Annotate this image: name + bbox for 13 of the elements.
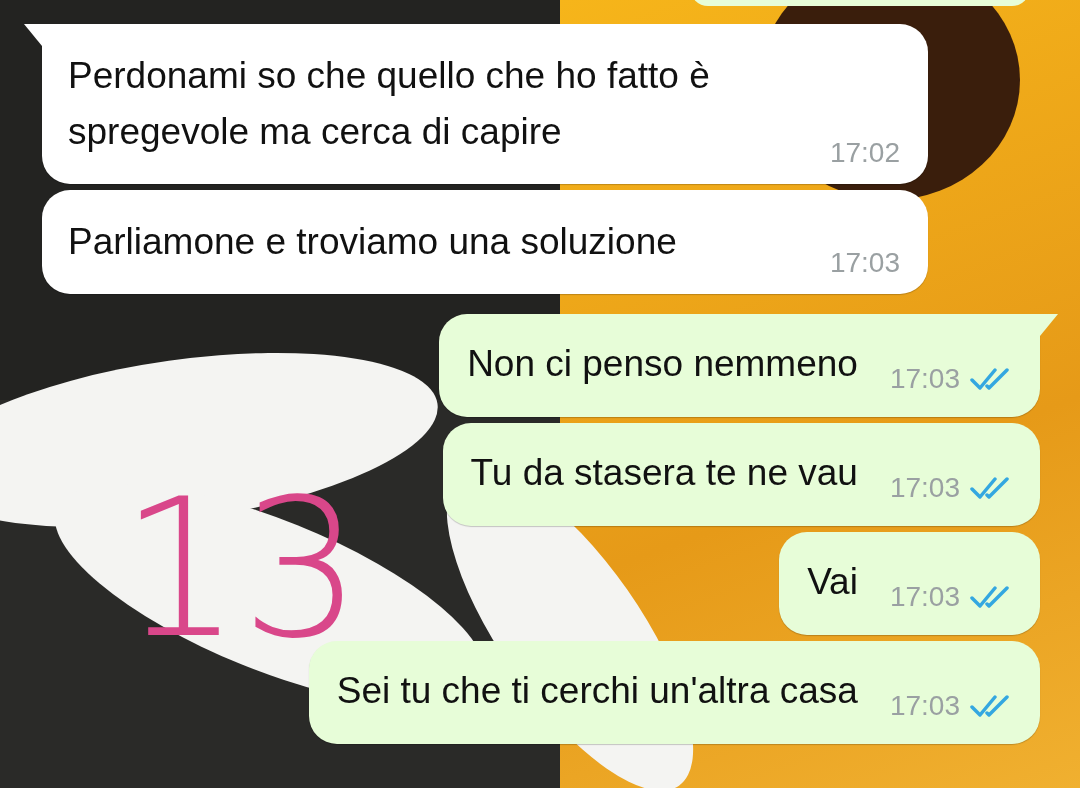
message-time: 17:03	[889, 689, 960, 723]
message-text: Non ci penso nemmeno	[467, 342, 858, 386]
message-text: Perdonami so che quello che ho fatto è spregevole ma cerca di capire	[68, 55, 710, 152]
message-time: 17:03	[889, 362, 960, 396]
message-time: 17:03	[829, 246, 900, 280]
message-text: Vai	[807, 560, 858, 604]
message-time: 17:03	[889, 580, 960, 614]
message-text: Parliamone e troviamo una soluzione	[68, 221, 677, 262]
message-text: Sei tu che ti cerchi un'altra casa	[336, 669, 858, 713]
message-text: Tu da stasera te ne vau	[470, 451, 858, 495]
handwritten-number: 13	[120, 470, 362, 670]
message-time: 17:02	[829, 136, 900, 170]
message-time: 17:03	[889, 471, 960, 505]
